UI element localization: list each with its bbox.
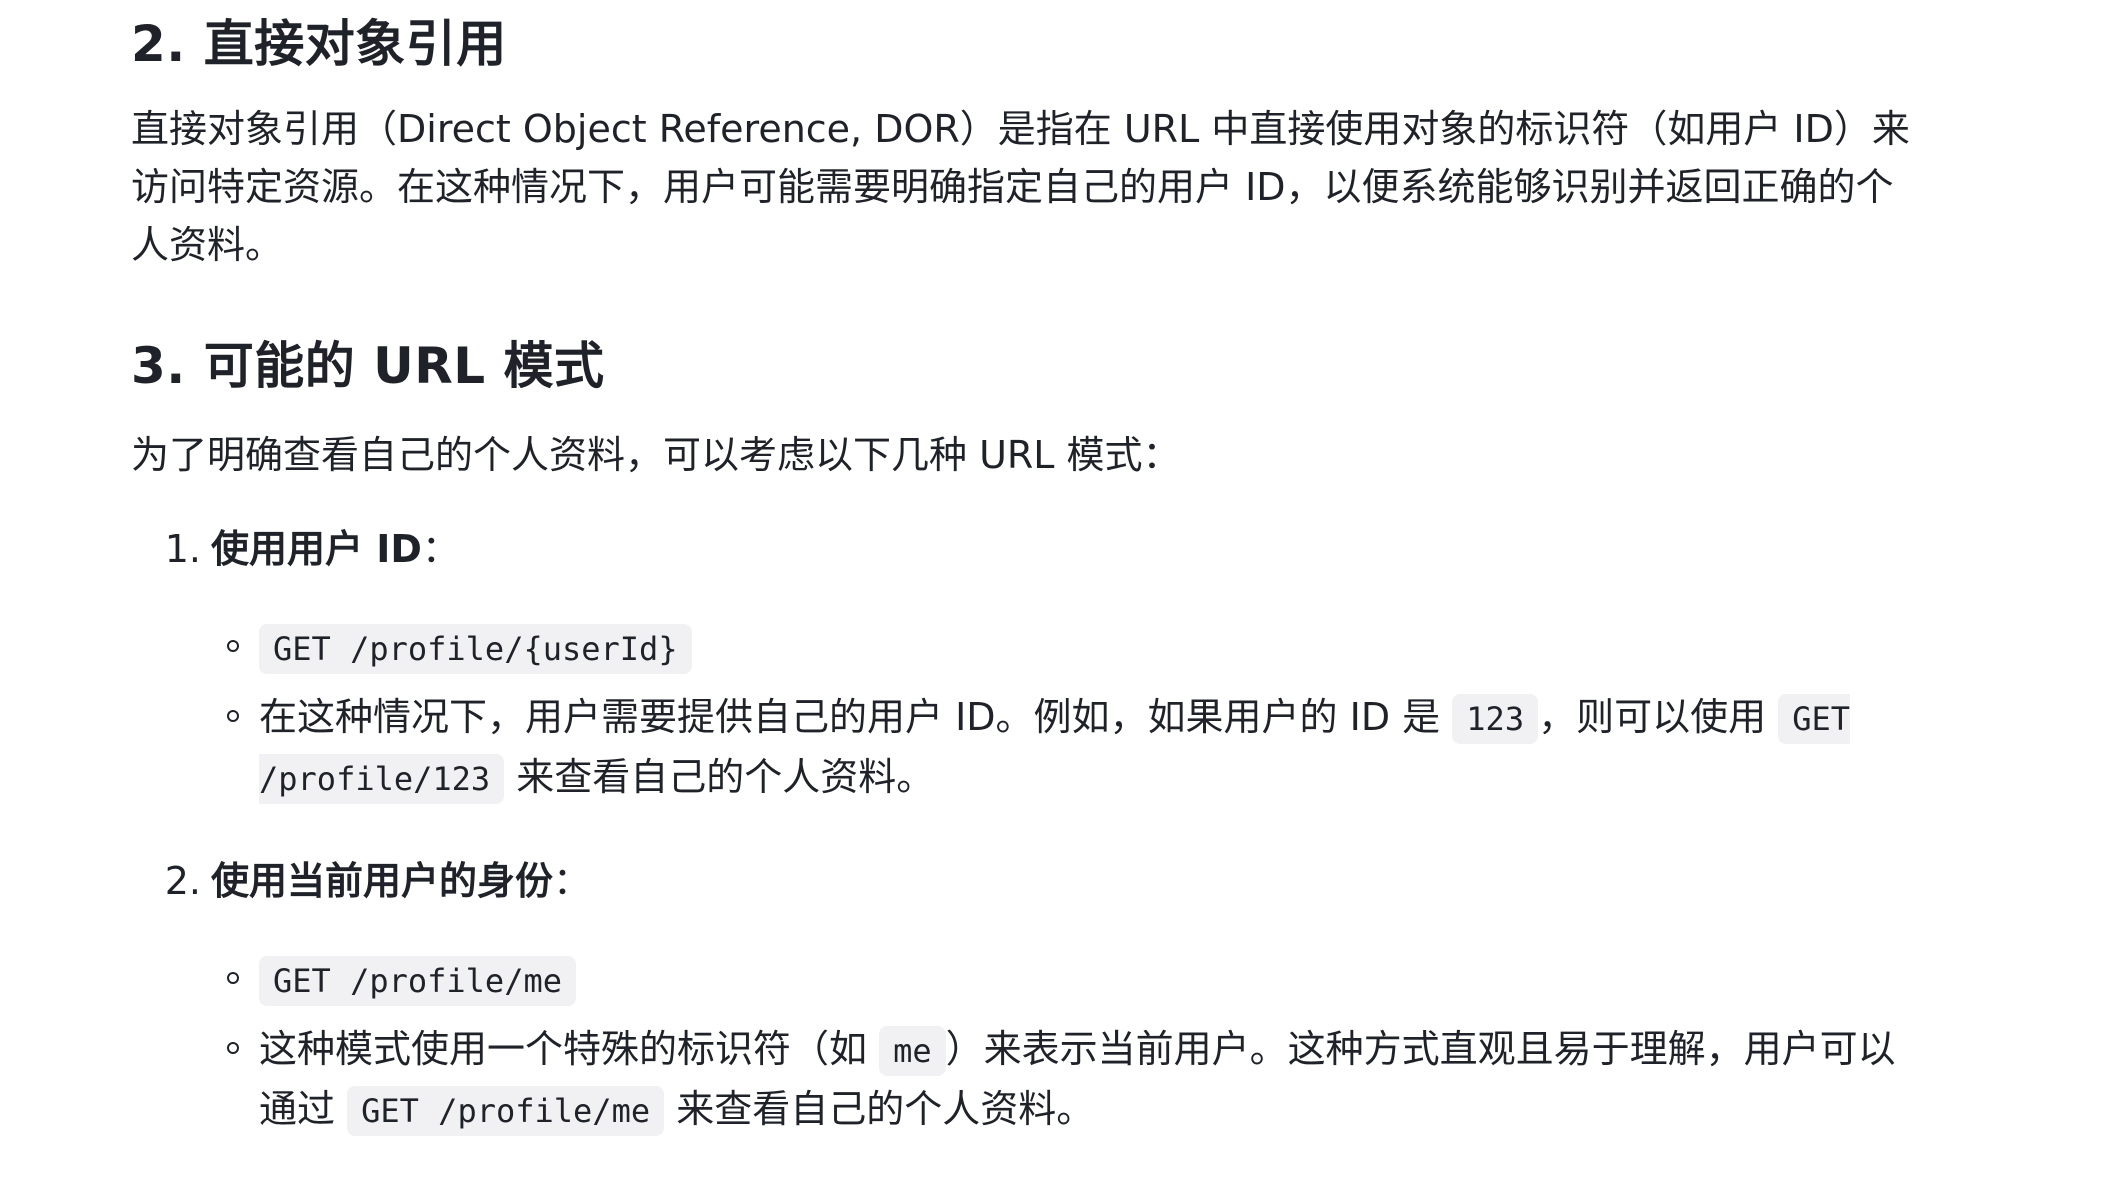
list-number: 1. — [164, 527, 201, 571]
endpoint-code: GET /profile/{userId} — [259, 624, 692, 674]
sub-list-item: 这种模式使用一个特殊的标识符（如 me ）来表示当前用户。这种方式直观且易于理解，… — [131, 1020, 1921, 1140]
list-item-current-user: 2. 使用当前用户的身份： GET /profile/me 这种模式使用一个特殊… — [131, 852, 1931, 1140]
sub-list-item: GET /profile/me — [131, 950, 1921, 1010]
list-item-title: 使用用户 ID — [211, 527, 422, 571]
list-item-title-row: 1. 使用用户 ID： — [131, 520, 1931, 578]
hollow-circle-bullet-icon — [227, 640, 239, 652]
sub-list: GET /profile/{userId} 在这种情况下，用户需要提供自己的用户… — [131, 618, 1931, 808]
hollow-circle-bullet-icon — [227, 710, 239, 722]
endpoint-code: GET /profile/me — [259, 956, 576, 1006]
list-item-title-row: 2. 使用当前用户的身份： — [131, 852, 1931, 910]
hollow-circle-bullet-icon — [227, 1042, 239, 1054]
inline-code: me — [879, 1026, 946, 1076]
list-number: 2. — [164, 859, 201, 903]
inline-code: 123 — [1452, 694, 1539, 744]
sub-list-item: GET /profile/{userId} — [131, 618, 1921, 678]
dor-paragraph: 直接对象引用（Direct Object Reference, DOR）是指在 … — [131, 107, 1910, 267]
desc-text: 来查看自己的个人资料。 — [676, 1087, 1095, 1131]
list-item-colon: ： — [553, 859, 592, 903]
list-item-title: 使用当前用户的身份 — [211, 859, 554, 903]
url-pattern-list: 1. 使用用户 ID： GET /profile/{userId} 在这种情况下… — [131, 520, 1931, 1140]
section-heading-direct-object-reference: 2. 直接对象引用 — [131, 15, 507, 73]
sub-list-item: 在这种情况下，用户需要提供自己的用户 ID。例如，如果用户的 ID 是 123，… — [131, 688, 1921, 808]
desc-text: ，则可以使用 — [1538, 695, 1767, 739]
url-patterns-intro: 为了明确查看自己的个人资料，可以考虑以下几种 URL 模式： — [131, 433, 1181, 477]
desc-text: 在这种情况下，用户需要提供自己的用户 ID。例如，如果用户的 ID 是 — [259, 695, 1441, 739]
list-item-colon: ： — [421, 527, 460, 571]
list-item-user-id: 1. 使用用户 ID： GET /profile/{userId} 在这种情况下… — [131, 520, 1931, 808]
sub-list: GET /profile/me 这种模式使用一个特殊的标识符（如 me ）来表示当… — [131, 950, 1931, 1140]
document-content: 2. 直接对象引用 直接对象引用（Direct Object Reference… — [131, 0, 1931, 1140]
inline-code: GET /profile/me — [347, 1086, 665, 1136]
hollow-circle-bullet-icon — [227, 972, 239, 984]
section-heading-url-patterns: 3. 可能的 URL 模式 — [131, 337, 605, 395]
desc-text: 这种模式使用一个特殊的标识符（如 — [259, 1027, 868, 1071]
desc-text: 来查看自己的个人资料。 — [516, 755, 935, 799]
